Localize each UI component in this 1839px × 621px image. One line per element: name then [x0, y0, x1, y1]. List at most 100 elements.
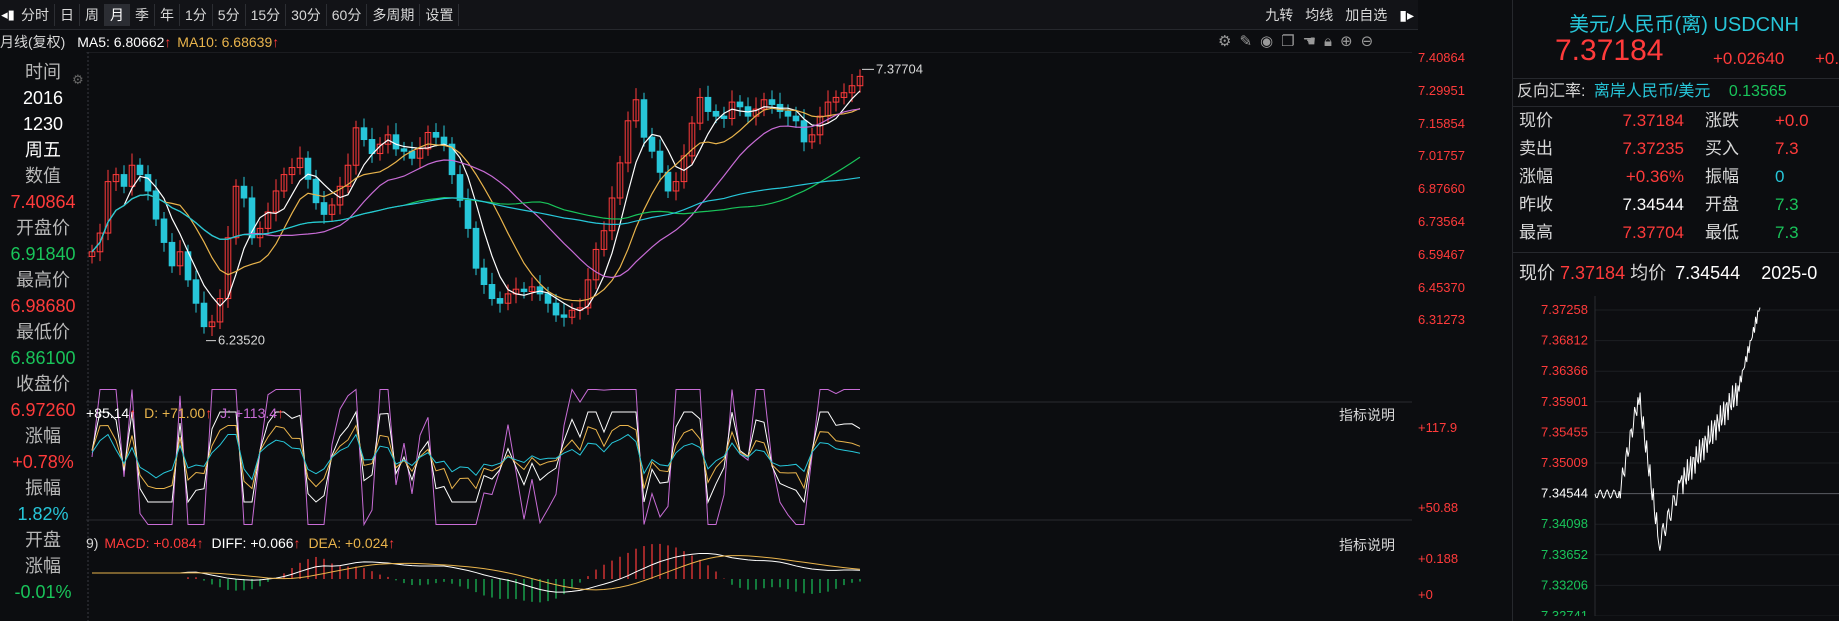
candle-body [144, 174, 152, 192]
kdj-j-value: J: +113.4 [220, 405, 278, 421]
period-tab[interactable]: 5分 [213, 3, 246, 26]
intraday-tick: 7.35009 [1541, 455, 1588, 470]
price-tick: 7.15854 [1418, 115, 1465, 131]
eye-icon[interactable]: ◉ [1260, 32, 1273, 52]
period-tab[interactable]: 1分 [180, 3, 213, 26]
left-settings-icon[interactable]: ⚙ [72, 72, 84, 88]
reverse-rate-row: 反向汇率: 离岸人民币/美元 0.13565 [1517, 80, 1787, 104]
price-tick: 6.45370 [1418, 279, 1465, 295]
intraday-chart[interactable]: 7.37258 7.36812 7.36366 7.35901 7.35455 7.350… [1513, 296, 1839, 616]
intraday-now-value: 7.37184 [1560, 263, 1626, 283]
close-label: 收盘价 [16, 374, 70, 394]
macd-explain-button[interactable]: 指标说明 [1339, 535, 1395, 555]
ma10-label: MA10: 6.68639 [177, 34, 273, 50]
lock-icon[interactable]: 🔒︎ [1324, 32, 1332, 52]
copy-icon[interactable]: ❐ [1281, 32, 1294, 52]
price-axis: 7.40864 7.29951 7.15854 7.01757 6.87660 6.735… [1418, 50, 1510, 352]
pen-icon[interactable]: ✎ [1239, 32, 1252, 52]
candle-body [456, 174, 464, 201]
intraday-tick: 7.35901 [1541, 394, 1588, 409]
quote-value: 7.37704 [1622, 223, 1684, 242]
period-tab[interactable]: 15分 [246, 3, 287, 26]
period-tab[interactable]: 日 [55, 3, 80, 26]
candle-body [240, 185, 248, 199]
candle-body [552, 302, 560, 316]
period-tab[interactable]: 周 [80, 3, 105, 26]
period-tab[interactable]: 30分 [286, 3, 327, 26]
candle-body [200, 302, 208, 328]
quote-value: 7.3 [1775, 139, 1799, 158]
kdj-axis: +117.9 +50.88 [1418, 402, 1510, 532]
value-number: 7.40864 [10, 192, 76, 212]
candle-body [520, 288, 528, 293]
low-marker-label: 6.23520 [218, 333, 265, 348]
quote-value: 7.37235 [1622, 139, 1684, 158]
kdj-explain-button[interactable]: 指标说明 [1339, 405, 1395, 425]
quote-row: 涨幅 +0.36% 振幅 0 [1513, 163, 1839, 191]
nine-turn-button[interactable]: 九转 [1265, 5, 1293, 25]
kdj-tick: +50.88 [1418, 500, 1459, 515]
quote-panel: 美元/人民币(离) USDCNH 7.37184 +0.02640 +0. 反向… [1512, 0, 1839, 621]
macd-arrow: ↑ [196, 535, 204, 551]
candle-body [664, 171, 672, 192]
price-tick: 7.29951 [1418, 82, 1465, 98]
period-tab[interactable]: 月 [105, 3, 130, 26]
candle-body [560, 314, 568, 318]
weekday-value: 周五 [25, 140, 61, 160]
quote-label: 最高 [1519, 223, 1553, 242]
quote-row: 昨收 7.34544 开盘 7.3 [1513, 191, 1839, 219]
ma-bar: 月线(复权) MA5: 6.80662↑ MA10: 6.68639↑ [0, 32, 279, 52]
reverse-rate-label: 反向汇率: [1517, 83, 1586, 100]
candle-body [496, 298, 504, 304]
quote-value: 0 [1775, 167, 1785, 186]
quote-label: 卖出 [1519, 139, 1553, 158]
open-change-label-2: 涨幅 [25, 556, 61, 576]
period-tab[interactable]: 设置 [420, 3, 460, 26]
candle-body [400, 148, 408, 152]
macd-layer [92, 543, 861, 603]
quote-label: 昨收 [1519, 195, 1553, 214]
hand-icon[interactable]: ☚ [1303, 32, 1316, 52]
candle-body [472, 227, 480, 269]
quote-label: 现价 [1519, 111, 1553, 130]
diff-arrow: ↑ [293, 535, 301, 551]
period-toolbar: ◂▮ 分时日周月季年 1分 5分 15分 30分 60分 多周期 设置 九转 均线 加自选 ▮… [0, 0, 1418, 30]
candle-body [168, 241, 176, 267]
candle-body [432, 132, 440, 138]
candle-body [800, 120, 808, 143]
chart-tools: ⚙ ✎ ◉ ❐ ☚ 🔒︎ ⊕ ⊖ [1218, 32, 1373, 52]
candle-body [544, 293, 552, 304]
candle-body [440, 136, 448, 145]
zoom-in-icon[interactable]: ⊕ [1340, 32, 1353, 52]
period-tab[interactable]: 多周期 [367, 3, 421, 26]
zoom-out-icon[interactable]: ⊖ [1361, 32, 1374, 52]
intraday-now-label: 现价 [1519, 263, 1555, 283]
intraday-tick: 7.36366 [1541, 363, 1588, 378]
kdj-k-value: +85.14 [86, 405, 130, 421]
ma5-up-arrow: ↑ [164, 34, 172, 50]
candle-body [152, 190, 160, 220]
candle-body [768, 99, 776, 105]
forward-icon[interactable]: ▮▸ [1399, 7, 1414, 24]
quote-value: +0.0 [1775, 111, 1809, 130]
dea-value: DEA: +0.024 [308, 535, 389, 551]
period-tab[interactable]: 60分 [327, 3, 368, 26]
candle-body [792, 115, 800, 122]
back-icon[interactable]: ◂▮ [0, 4, 16, 26]
date-value: 1230 [22, 114, 64, 134]
chart-mode-label[interactable]: 月线(复权) [0, 34, 65, 50]
candle-body [192, 279, 200, 304]
period-tab[interactable]: 年 [155, 3, 180, 26]
price-tick: 6.59467 [1418, 246, 1465, 262]
price-tick: 6.73564 [1418, 214, 1465, 229]
reverse-rate-pair[interactable]: 离岸人民币/美元 [1594, 83, 1710, 100]
add-favorite-button[interactable]: 加自选 [1345, 5, 1387, 25]
quote-value: +0.36% [1625, 167, 1684, 186]
period-tab[interactable]: 季 [130, 3, 155, 26]
ma-line-button[interactable]: 均线 [1305, 5, 1333, 25]
intraday-tick: 7.35455 [1541, 424, 1588, 439]
settings-gear-icon[interactable]: ⚙ [1218, 32, 1231, 52]
period-tab[interactable]: 分时 [16, 3, 55, 26]
crosshair-info-panel: 时间 2016 1230 周五 数值 7.40864 开盘价 6.91840 最… [0, 60, 86, 621]
candle-body [736, 101, 744, 108]
